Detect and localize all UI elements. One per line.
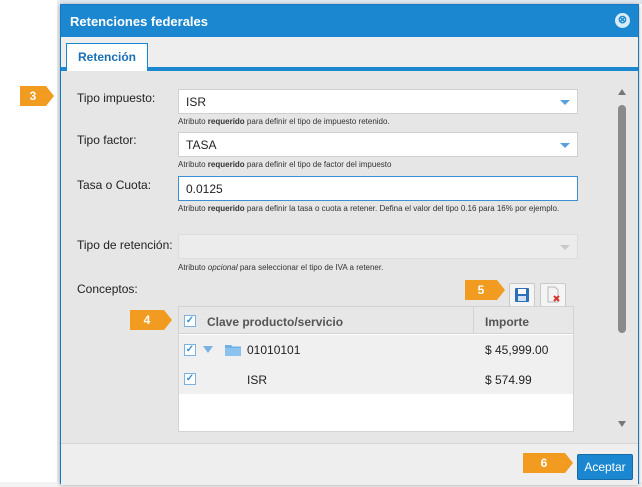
vertical-scrollbar[interactable] xyxy=(616,85,628,431)
save-button[interactable] xyxy=(509,283,535,307)
tipo-retencion-help: Atributo opcional para seleccionar el ti… xyxy=(178,263,384,272)
scroll-up-icon[interactable] xyxy=(618,89,626,95)
row-clave: 01010101 xyxy=(247,343,301,357)
tipo-impuesto-value: ISR xyxy=(186,95,207,109)
tasa-cuota-label: Tasa o Cuota: xyxy=(77,178,152,192)
column-separator xyxy=(473,307,474,334)
tipo-impuesto-label: Tipo impuesto: xyxy=(77,91,156,105)
tipo-factor-value: TASA xyxy=(186,138,217,152)
tipo-factor-label: Tipo factor: xyxy=(77,133,137,147)
tipo-impuesto-select[interactable]: ISR xyxy=(178,89,578,114)
retenciones-dialog: Retenciones federales ⊗ Retención Tipo i… xyxy=(60,4,639,485)
dialog-titlebar: Retenciones federales ⊗ xyxy=(61,5,638,37)
folder-icon xyxy=(225,345,241,356)
dialog-content: Tipo impuesto: ISR Atributo requerido pa… xyxy=(61,71,638,443)
row-importe: $ 45,999.00 xyxy=(485,343,549,357)
tasa-cuota-help: Atributo requerido para definir la tasa … xyxy=(178,204,560,213)
conceptos-label: Conceptos: xyxy=(77,282,138,296)
tab-bar: Retención xyxy=(61,37,638,71)
callout-badge: 6 xyxy=(523,453,573,473)
column-header-importe[interactable]: Importe xyxy=(485,315,529,329)
row-clave: ISR xyxy=(247,373,268,387)
callout-badge: 3 xyxy=(20,86,54,106)
scroll-thumb[interactable] xyxy=(618,105,626,333)
save-icon xyxy=(515,288,529,302)
tipo-retencion-label: Tipo de retención: xyxy=(77,238,173,252)
callout-badge: 4 xyxy=(130,310,172,330)
close-icon[interactable]: ⊗ xyxy=(615,13,630,28)
grid-header: ✓ Clave producto/servicio Importe xyxy=(179,307,573,334)
delete-button[interactable] xyxy=(540,283,566,307)
column-header-clave[interactable]: Clave producto/servicio xyxy=(207,315,343,329)
delete-icon xyxy=(547,286,560,303)
conceptos-grid: ✓ Clave producto/servicio Importe ✓ 0101… xyxy=(178,306,574,432)
chevron-down-icon[interactable] xyxy=(560,143,570,148)
row-checkbox[interactable]: ✓ xyxy=(184,373,196,385)
scroll-down-icon[interactable] xyxy=(618,421,626,427)
tasa-cuota-input[interactable]: 0.0125 xyxy=(178,176,578,201)
tasa-cuota-value: 0.0125 xyxy=(186,182,223,196)
dialog-title: Retenciones federales xyxy=(70,14,209,29)
row-checkbox[interactable]: ✓ xyxy=(184,344,196,356)
accept-button[interactable]: Aceptar xyxy=(577,454,633,480)
expand-arrow-icon[interactable] xyxy=(203,346,213,354)
tipo-impuesto-help: Atributo requerido para definir el tipo … xyxy=(178,117,390,126)
table-row[interactable]: ✓ 01010101 $ 45,999.00 xyxy=(179,335,573,364)
tab-retencion[interactable]: Retención xyxy=(66,43,148,71)
tipo-factor-select[interactable]: TASA xyxy=(178,132,578,157)
callout-badge: 5 xyxy=(465,280,505,300)
select-all-checkbox[interactable]: ✓ xyxy=(184,315,196,327)
tipo-retencion-select[interactable] xyxy=(178,234,578,259)
row-importe: $ 574.99 xyxy=(485,373,532,387)
table-row[interactable]: ✓ ISR $ 574.99 xyxy=(179,364,573,394)
chevron-down-icon[interactable] xyxy=(560,245,570,250)
tipo-factor-help: Atributo requerido para definir el tipo … xyxy=(178,160,392,169)
chevron-down-icon[interactable] xyxy=(560,100,570,105)
